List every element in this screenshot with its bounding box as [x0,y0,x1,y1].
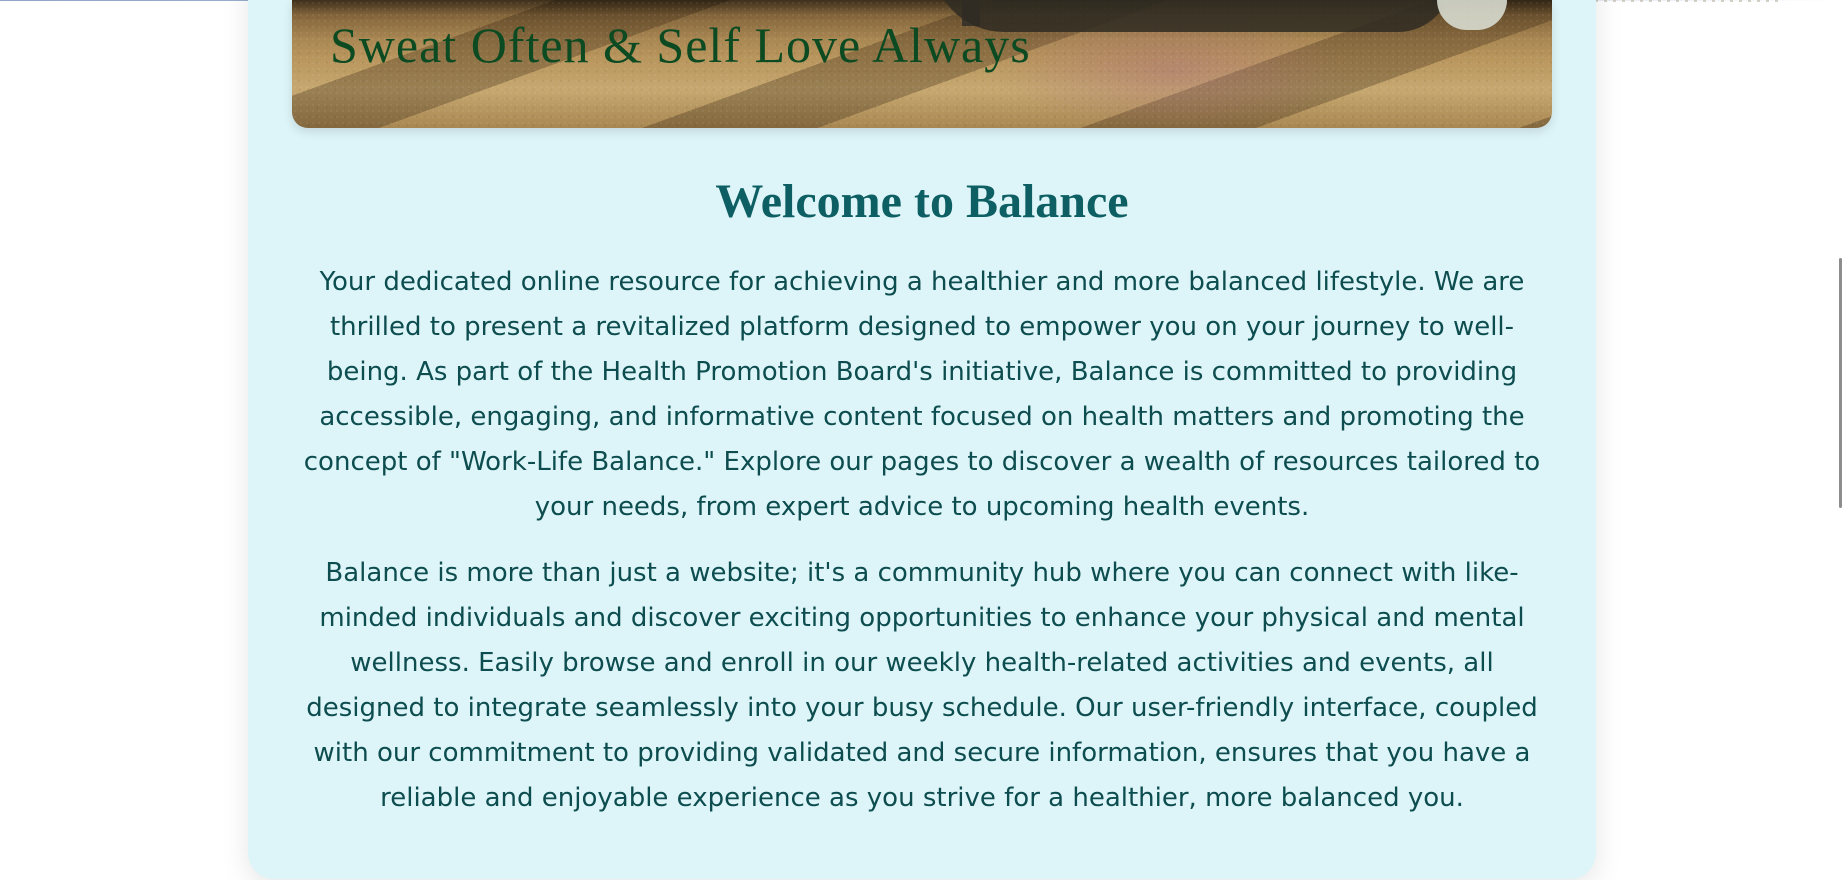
intro-paragraph: Your dedicated online resource for achie… [303,267,1541,522]
hero-title: Sweat Often & Self Love Always [330,17,1031,73]
community-paragraph: Balance is more than just a website; it'… [306,558,1538,813]
page: Sweat Often & Self Love Always Welcome t… [0,0,1842,880]
hero-banner: Sweat Often & Self Love Always [292,0,1552,128]
welcome-heading: Welcome to Balance [715,175,1129,228]
